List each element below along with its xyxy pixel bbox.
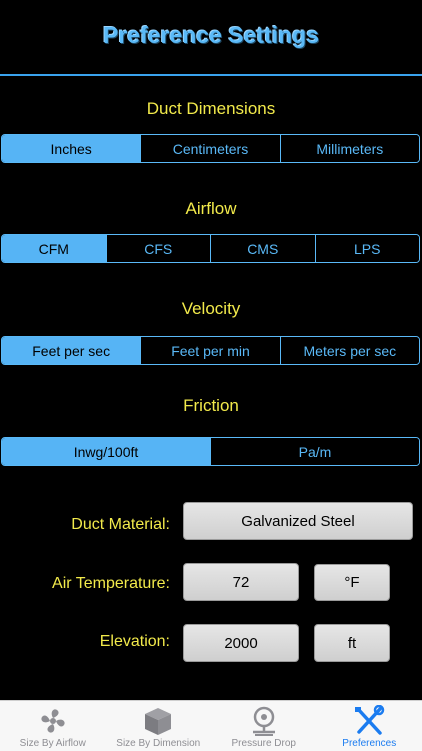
page-title: Preference Settings (0, 22, 422, 49)
tab-size-by-dimension[interactable]: Size By Dimension (106, 701, 212, 751)
airflow-heading: Airflow (0, 199, 422, 219)
duct-dimensions-option-inches[interactable]: Inches (2, 135, 140, 162)
velocity-heading: Velocity (0, 299, 422, 319)
elevation-label: Elevation: (0, 633, 170, 651)
airflow-option-cfs[interactable]: CFS (106, 235, 211, 262)
gauge-icon (247, 705, 281, 737)
tab-label: Size By Dimension (116, 738, 200, 749)
duct-dimensions-segmented-control: Inches Centimeters Millimeters (1, 134, 420, 163)
friction-option-inwg[interactable]: Inwg/100ft (2, 438, 210, 465)
fan-icon (36, 705, 70, 737)
airflow-option-lps[interactable]: LPS (315, 235, 420, 262)
tab-label: Preferences (342, 738, 396, 749)
velocity-option-feet-per-sec[interactable]: Feet per sec (2, 337, 140, 364)
airflow-segmented-control: CFM CFS CMS LPS (1, 234, 420, 263)
elevation-value-button[interactable]: 2000 (183, 624, 299, 662)
tab-label: Pressure Drop (232, 738, 296, 749)
title-divider (0, 74, 422, 76)
duct-material-label: Duct Material: (0, 516, 170, 534)
velocity-option-feet-per-min[interactable]: Feet per min (140, 337, 279, 364)
airflow-option-cfm[interactable]: CFM (2, 235, 106, 262)
velocity-segmented-control: Feet per sec Feet per min Meters per sec (1, 336, 420, 365)
duct-dimensions-option-centimeters[interactable]: Centimeters (140, 135, 279, 162)
duct-dimensions-option-millimeters[interactable]: Millimeters (280, 135, 419, 162)
tab-bar: Size By Airflow Size By Dimension Pressu… (0, 700, 422, 751)
cube-icon (141, 705, 175, 737)
duct-material-button[interactable]: Galvanized Steel (183, 502, 413, 540)
velocity-option-meters-per-sec[interactable]: Meters per sec (280, 337, 419, 364)
air-temperature-label: Air Temperature: (0, 575, 170, 593)
duct-dimensions-heading: Duct Dimensions (0, 99, 422, 119)
tab-pressure-drop[interactable]: Pressure Drop (211, 701, 317, 751)
air-temperature-value-button[interactable]: 72 (183, 563, 299, 601)
air-temperature-unit-button[interactable]: °F (314, 564, 390, 601)
friction-heading: Friction (0, 396, 422, 416)
friction-option-pa-per-m[interactable]: Pa/m (210, 438, 419, 465)
elevation-unit-button[interactable]: ft (314, 624, 390, 662)
tab-label: Size By Airflow (20, 738, 86, 749)
friction-segmented-control: Inwg/100ft Pa/m (1, 437, 420, 466)
tools-icon (352, 705, 386, 737)
tab-size-by-airflow[interactable]: Size By Airflow (0, 701, 106, 751)
tab-preferences[interactable]: Preferences (317, 701, 422, 751)
airflow-option-cms[interactable]: CMS (210, 235, 315, 262)
